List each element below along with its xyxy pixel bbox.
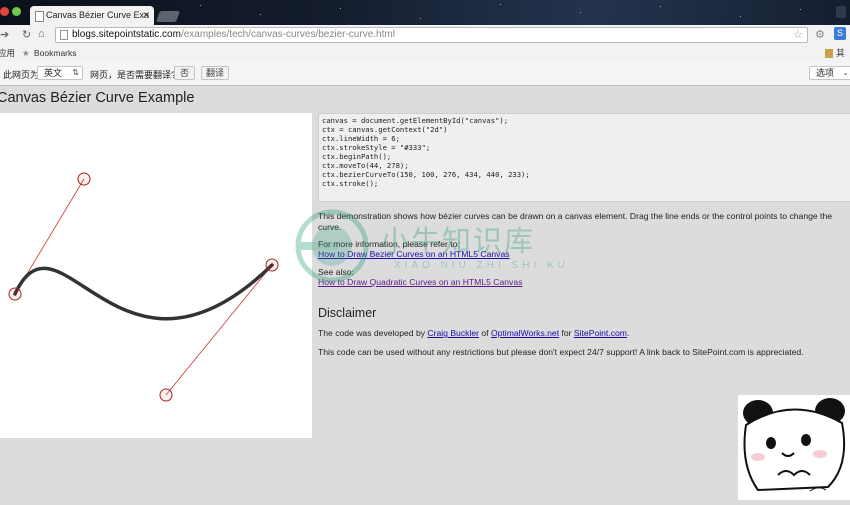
- bg-star: [660, 6, 661, 7]
- panda-icon: [738, 395, 850, 500]
- credit-for: for: [559, 328, 574, 338]
- bookmarks-bar: 应用 ★ Bookmarks 其他: [0, 45, 850, 75]
- bg-star: [420, 18, 421, 19]
- bookmarks-label[interactable]: Bookmarks: [34, 45, 77, 62]
- bg-star: [340, 8, 341, 9]
- tab-strip: Canvas Bézier Curve Exa ✕: [0, 0, 850, 25]
- bg-star: [800, 9, 801, 10]
- bg-star: [260, 14, 261, 15]
- credit-of: of: [479, 328, 491, 338]
- language-select[interactable]: 英文 ⇅: [37, 66, 83, 80]
- folder-icon: [825, 49, 833, 58]
- panda-sticker: [738, 395, 850, 505]
- translate-question: 网页，是否需要翻译?: [90, 70, 177, 80]
- options-label: 选项: [816, 68, 835, 78]
- control-point-1-handle[interactable]: [77, 172, 91, 186]
- address-bar[interactable]: blogs.sitepointstatic.com/examples/tech/…: [55, 27, 808, 43]
- new-tab-button[interactable]: [155, 11, 181, 22]
- start-point-handle[interactable]: [8, 287, 22, 301]
- credit-line: The code was developed by Craig Buckler …: [318, 328, 629, 339]
- credit-prefix: The code was developed by: [318, 328, 428, 338]
- extension-s-icon[interactable]: S: [834, 27, 846, 40]
- page-title: Canvas Bézier Curve Example: [0, 90, 195, 106]
- credit-end: .: [626, 328, 630, 338]
- license-text: This code can be used without any restri…: [318, 347, 804, 357]
- bezier-canvas-svg: [8, 172, 279, 402]
- forward-icon[interactable]: ➔: [0, 28, 9, 41]
- translate-prefix: 此网页为: [3, 70, 40, 80]
- refresh-icon[interactable]: ↻: [22, 28, 31, 41]
- star-icon: ★: [22, 48, 30, 58]
- quadratic-curves-link[interactable]: How to Draw Quadratic Curves on an HTML5…: [318, 277, 522, 287]
- bg-star: [200, 5, 201, 6]
- no-button[interactable]: 否: [174, 66, 195, 80]
- bezier-canvas[interactable]: [0, 113, 312, 438]
- bg-star: [740, 16, 741, 17]
- translate-bar: 此网页为 英文 ⇅ 网页，是否需要翻译? 否 翻译 选项 ⌄: [0, 62, 850, 86]
- control-point-2-handle[interactable]: [159, 388, 173, 402]
- close-window-button[interactable]: [0, 7, 9, 16]
- control-line-end: [165, 264, 273, 396]
- extension-icon[interactable]: ⚙: [815, 28, 825, 41]
- end-point-handle[interactable]: [265, 258, 279, 272]
- close-icon[interactable]: ✕: [142, 6, 150, 25]
- code-block: canvas = document.getElementById("canvas…: [318, 113, 850, 202]
- sitepoint-link[interactable]: SitePoint.com: [574, 328, 627, 338]
- craig-buckler-link[interactable]: Craig Buckler: [427, 328, 479, 338]
- bookmark-star-icon[interactable]: ☆: [793, 28, 803, 42]
- translate-button[interactable]: 翻译: [201, 66, 229, 80]
- options-select[interactable]: 选项 ⌄: [809, 66, 850, 80]
- bg-star: [500, 4, 501, 5]
- bezier-curves-link[interactable]: How to Draw Bezier Curves on an HTML5 Ca…: [318, 249, 510, 259]
- browser-toolbar: ➔ ↻ ⌂ blogs.sitepointstatic.com/examples…: [0, 25, 850, 45]
- bg-star: [580, 12, 581, 13]
- chevron-down-icon: ⌄: [842, 68, 849, 77]
- description-text: This demonstration shows how bézier curv…: [318, 211, 833, 232]
- bezier-curve: [13, 263, 274, 321]
- zoom-window-button[interactable]: [12, 7, 21, 16]
- optimalworks-link[interactable]: OptimalWorks.net: [491, 328, 559, 338]
- url-host: blogs.sitepointstatic.com: [72, 29, 181, 40]
- apps-label[interactable]: 应用: [0, 45, 15, 62]
- select-arrows-icon: ⇅: [72, 68, 79, 77]
- document-icon: [60, 30, 68, 40]
- url-path: /examples/tech/canvas-curves/bezier-curv…: [180, 29, 395, 40]
- home-icon[interactable]: ⌂: [38, 28, 45, 40]
- disclaimer-heading: Disclaimer: [318, 306, 377, 320]
- watermark-pinyin: XIAO NIU ZHI SHI KU: [394, 260, 569, 271]
- page-icon: [35, 11, 44, 22]
- language-value: 英文: [44, 68, 63, 78]
- tab-active[interactable]: Canvas Bézier Curve Exa ✕: [30, 6, 154, 25]
- tab-title: Canvas Bézier Curve Exa: [46, 10, 150, 20]
- profile-icon[interactable]: [836, 6, 846, 18]
